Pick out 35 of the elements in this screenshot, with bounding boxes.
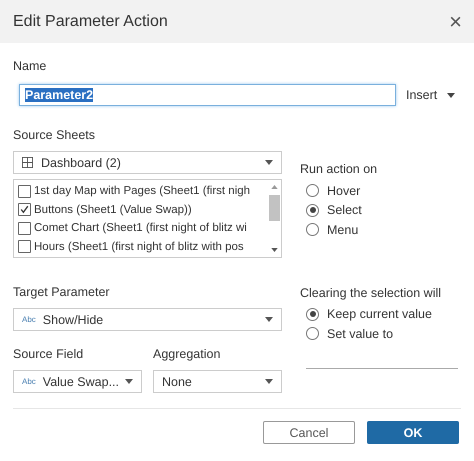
sheet-item[interactable]: Buttons (Sheet1 (Value Swap)) bbox=[14, 200, 268, 219]
target-parameter-label: Target Parameter bbox=[13, 285, 111, 299]
caret-icon bbox=[265, 379, 273, 384]
scroll-down-icon[interactable] bbox=[271, 248, 278, 252]
window-title: Edit Parameter Action bbox=[13, 12, 168, 30]
target-parameter-dropdown[interactable]: Abc Show/Hide bbox=[13, 308, 282, 331]
caret-icon bbox=[265, 317, 273, 322]
check-icon bbox=[19, 204, 30, 216]
run-action-label: Run action on bbox=[300, 162, 378, 176]
caret-icon bbox=[447, 92, 456, 98]
ok-button[interactable]: OK bbox=[367, 421, 459, 444]
grid-icon bbox=[22, 157, 33, 168]
name-field[interactable]: Parameter2 bbox=[19, 84, 396, 106]
radio-option[interactable]: Select bbox=[300, 200, 460, 220]
caret-icon bbox=[125, 379, 133, 384]
close-button[interactable]: × bbox=[447, 10, 464, 32]
cancel-button[interactable]: Cancel bbox=[263, 421, 355, 444]
aggregation-label: Aggregation bbox=[153, 347, 222, 361]
source-field-dropdown[interactable]: Abc Value Swap... bbox=[13, 370, 142, 393]
radio-option[interactable]: Keep current value bbox=[300, 304, 460, 324]
source-sheets-label: Source Sheets bbox=[13, 128, 96, 142]
radio-option[interactable]: Hover bbox=[300, 181, 460, 200]
caret-icon bbox=[265, 160, 273, 165]
sheet-item[interactable]: Comet Chart (Sheet1 (first night of blitz wi bbox=[14, 219, 268, 238]
dashboard-dropdown[interactable]: Dashboard (2) bbox=[13, 151, 282, 174]
radio-option[interactable]: Menu bbox=[300, 220, 460, 240]
aggregation-dropdown[interactable]: None bbox=[153, 370, 282, 393]
source-field-label: Source Field bbox=[13, 347, 84, 361]
clearing-label: Clearing the selection will bbox=[300, 286, 442, 300]
sheet-item[interactable]: Hours (Sheet1 (first night of blitz with pos bbox=[14, 238, 268, 256]
name-label: Name bbox=[13, 59, 48, 73]
sheet-item[interactable]: 1st day Map with Pages (Sheet1 (first nigh bbox=[14, 182, 268, 200]
scroll-up-icon[interactable] bbox=[271, 185, 278, 189]
radio-option[interactable]: Set value to bbox=[300, 324, 460, 344]
insert-dropdown[interactable]: Insert bbox=[406, 88, 456, 102]
